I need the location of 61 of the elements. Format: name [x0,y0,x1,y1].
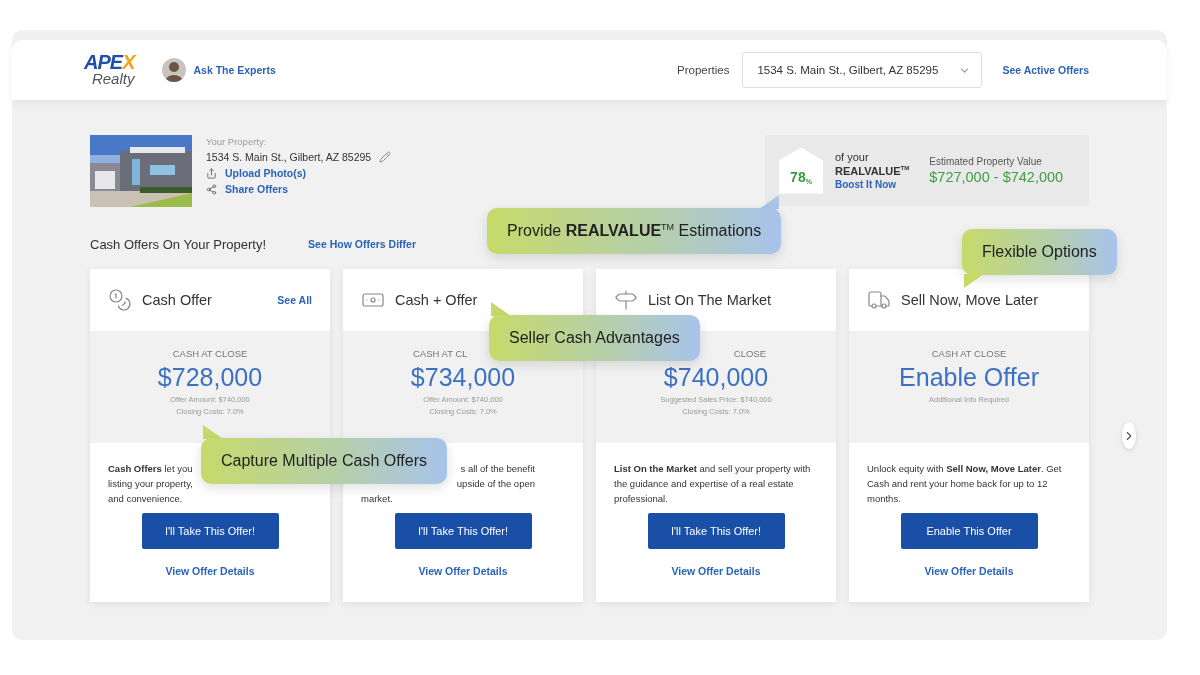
section-title: Cash Offers On Your Property! [90,236,267,252]
callout-bubble: Provide REALVALUE$^{TM}$ Estimations [487,208,782,254]
cash-amount: $734,000 [410,363,516,392]
offer-title: List On The Market [648,292,773,308]
offer-details-link[interactable]: View Offer Details [924,565,1014,577]
description-text: and convenience. [108,492,183,506]
callout-pointer [759,195,780,209]
description-text: upside of the open [456,477,535,491]
offer-title: Cash Offer [142,292,213,308]
cash-label: CASH AT CLOSE [172,348,248,359]
offer-details-link[interactable]: View Offer Details [671,565,761,577]
offer-details-link[interactable]: View Offer Details [165,565,255,577]
property-select[interactable]: 1534 S. Main St., Gilbert, AZ 85295 [742,52,983,88]
share-icon [206,183,217,195]
see-all-link[interactable]: See All [277,294,312,306]
signpost-icon [614,288,638,312]
boost-link[interactable]: Boost It Now [835,179,910,190]
estimate-label: Estimated Property Value [929,156,1043,167]
property-action-link[interactable]: Upload Photo(s) [225,167,307,179]
avatar [162,58,187,82]
coins-icon [108,288,132,312]
callout-bubble: Seller Cash Advantages [489,315,700,361]
truck-icon [867,288,891,312]
description-text: Cash Offers let you [108,462,193,476]
offers-differ-link[interactable]: See How Offers Differ [308,238,417,250]
cash-label: CASH AT CLOSE [931,348,1007,359]
description-text: s all of the benefit [460,462,535,476]
upload-icon [206,167,217,179]
description-text: market. [361,492,393,506]
offer-description: Unlock equity with Sell Now, Move Later. Get Cash and rent your home back for up to 12 months. [867,462,1063,506]
cash-amount: $740,000 [663,363,769,392]
callout-bubble: Capture Multiple Cash Offers [201,438,447,484]
realvalue-title: REALVALUE$^{TM}$ [835,165,910,177]
offer-button[interactable]: Enable This Offer [900,513,1038,549]
logo[interactable]: APEX Realty [84,53,135,87]
next-button[interactable] [1122,422,1136,449]
callout-pointer [964,274,984,288]
cash-amount: Enable Offer [899,363,1039,392]
cash-amount: $728,000 [157,363,263,392]
realvalue-caption: of your [835,151,870,163]
offer-title: Sell Now, Move Later [901,292,1039,308]
description-text: listing your property, [108,477,193,491]
estimate-value: $727,000 - $742,000 [929,169,1064,185]
offer-description: List On the Market and sell your property with the guidance and expertise of a real estate professional. [614,462,812,506]
offer-button[interactable]: I'll Take This Offer! [141,513,279,549]
active-offers-link[interactable]: See Active Offers [1002,64,1089,76]
offer-button[interactable]: I'll Take This Offer! [394,513,532,549]
cash-label: CLOSE [733,348,766,359]
offer-details-link[interactable]: View Offer Details [418,565,508,577]
callout-pointer [203,425,223,439]
offer-title: Cash + Offer [395,292,479,308]
property-caption: Your Property: [206,136,268,147]
property-action-link[interactable]: Share Offers [225,183,289,195]
offer-button[interactable]: I'll Take This Offer! [647,513,785,549]
properties-label: Properties [677,64,730,76]
callout-bubble: Flexible Options [962,229,1117,275]
experts-link[interactable]: Ask The Experts [193,64,276,76]
edit-icon[interactable] [379,151,392,163]
property-address: 1534 S. Main St., Gilbert, AZ 85295 [206,151,372,163]
callout-pointer [491,302,511,316]
cash-label: CASH AT CL [413,348,468,359]
